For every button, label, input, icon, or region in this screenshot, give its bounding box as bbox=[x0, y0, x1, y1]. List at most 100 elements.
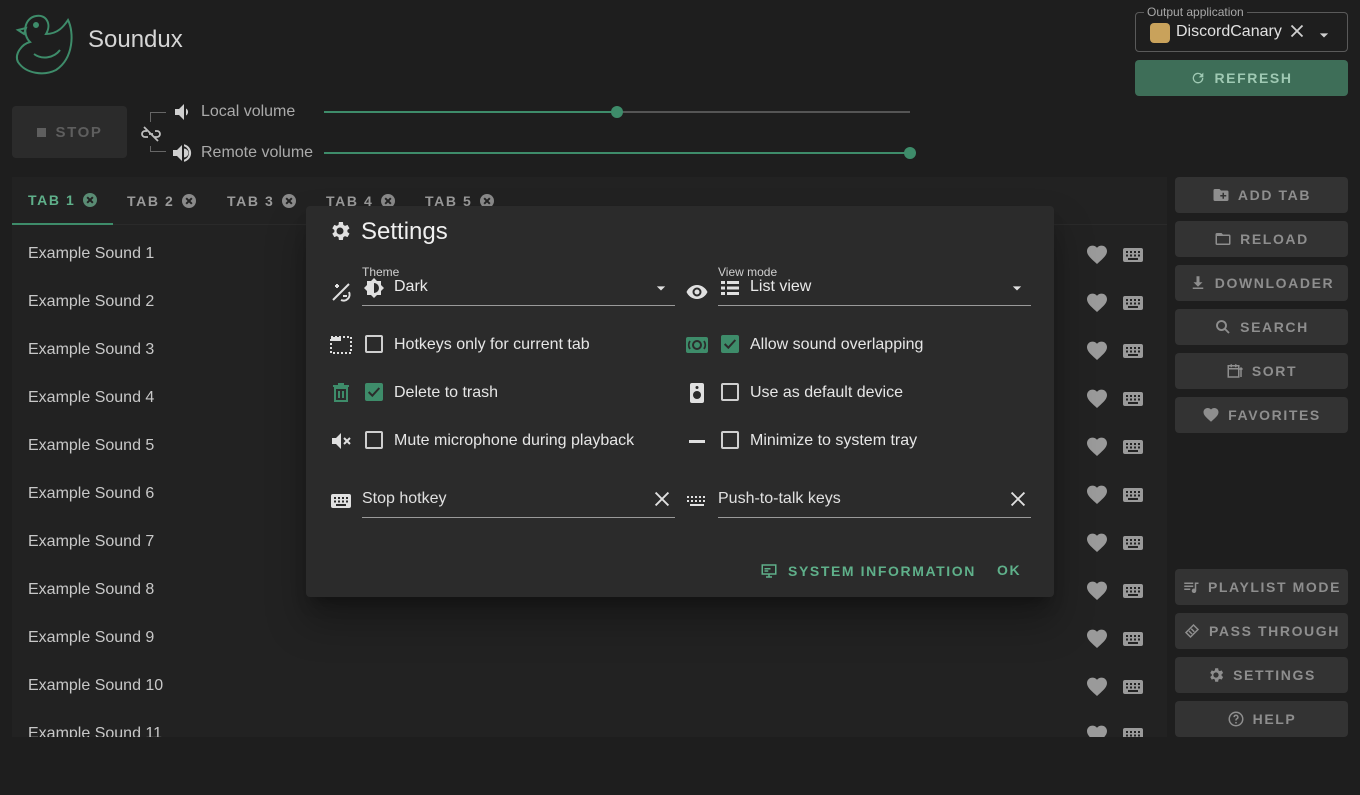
heart-icon bbox=[1203, 407, 1219, 422]
ok-button[interactable]: OK bbox=[997, 562, 1021, 578]
keyboard-icon[interactable] bbox=[1121, 243, 1145, 267]
refresh-button[interactable]: REFRESH bbox=[1135, 60, 1348, 96]
list-view-icon bbox=[721, 281, 739, 295]
heart-icon[interactable] bbox=[1085, 387, 1109, 411]
add-tab-button[interactable]: ADD TAB bbox=[1175, 177, 1348, 213]
settings-button[interactable]: SETTINGS bbox=[1175, 657, 1348, 693]
trash-icon bbox=[333, 383, 349, 402]
keyboard-icon[interactable] bbox=[1121, 483, 1145, 507]
stop-label: STOP bbox=[55, 123, 103, 141]
minimize-tray-checkbox[interactable] bbox=[721, 431, 739, 449]
close-tab-icon[interactable] bbox=[83, 193, 98, 207]
keyboard-icon[interactable] bbox=[1121, 675, 1145, 699]
view-mode-select[interactable]: List view bbox=[718, 270, 1031, 306]
ptt-keys-field[interactable]: Push-to-talk keys bbox=[718, 480, 1031, 518]
stop-button[interactable]: STOP bbox=[12, 106, 127, 158]
stop-hotkey-label: Stop hotkey bbox=[362, 490, 447, 507]
downloader-button[interactable]: DOWNLOADER bbox=[1175, 265, 1348, 301]
refresh-icon bbox=[1193, 72, 1204, 84]
chevron-down-icon bbox=[656, 286, 666, 291]
keyboard-icon[interactable] bbox=[1121, 627, 1145, 651]
heart-icon[interactable] bbox=[1085, 579, 1109, 603]
local-volume-slider[interactable] bbox=[324, 106, 910, 118]
heart-icon[interactable] bbox=[1085, 675, 1109, 699]
mute-mic-label: Mute microphone during playback bbox=[394, 432, 635, 449]
remote-volume-fill bbox=[324, 152, 910, 154]
tab-2[interactable]: TAB 2 bbox=[111, 177, 212, 225]
reload-label: RELOAD bbox=[1240, 231, 1309, 247]
allow-overlap-checkbox[interactable] bbox=[721, 335, 739, 353]
check-icon bbox=[367, 387, 381, 398]
keyboard-icon[interactable] bbox=[1121, 579, 1145, 603]
tab-label: TAB 1 bbox=[28, 192, 76, 208]
remote-volume-thumb[interactable] bbox=[904, 147, 916, 159]
pass-through-label: PASS THROUGH bbox=[1209, 623, 1340, 639]
app-title: Soundux bbox=[88, 26, 183, 53]
sort-label: SORT bbox=[1251, 363, 1298, 379]
keyboard-icon[interactable] bbox=[1121, 387, 1145, 411]
tab-label: TAB 3 bbox=[227, 193, 275, 209]
system-information-button[interactable]: SYSTEM INFORMATION bbox=[760, 562, 976, 580]
mute-mic-checkbox[interactable] bbox=[365, 431, 383, 449]
eye-icon bbox=[686, 285, 708, 299]
close-tab-icon[interactable] bbox=[282, 194, 297, 208]
keyboard-icon[interactable] bbox=[1121, 435, 1145, 459]
theme-light-dark-icon bbox=[332, 283, 351, 302]
delete-to-trash-label: Delete to trash bbox=[394, 384, 499, 401]
heart-icon[interactable] bbox=[1085, 243, 1109, 267]
check-icon bbox=[723, 339, 737, 350]
volume-high-icon bbox=[173, 144, 192, 162]
link-off-icon[interactable] bbox=[139, 122, 163, 146]
local-volume-thumb[interactable] bbox=[611, 106, 623, 118]
speaker-icon bbox=[690, 383, 704, 403]
theme-select[interactable]: Dark bbox=[362, 270, 675, 306]
playlist-mode-label: PLAYLIST MODE bbox=[1207, 579, 1342, 595]
hotkeys-current-tab-checkbox[interactable] bbox=[365, 335, 383, 353]
sound-row[interactable]: Example Sound 11 bbox=[12, 711, 1167, 737]
keyboard-icon[interactable] bbox=[1121, 339, 1145, 363]
heart-icon[interactable] bbox=[1085, 483, 1109, 507]
sort-button[interactable]: SORT bbox=[1175, 353, 1348, 389]
brightness-icon bbox=[364, 278, 384, 298]
keyboard-icon[interactable] bbox=[1121, 531, 1145, 555]
system-information-label: SYSTEM INFORMATION bbox=[788, 563, 976, 579]
output-application-select[interactable]: Output application DiscordCanary bbox=[1135, 5, 1348, 52]
sound-name: Example Sound 9 bbox=[28, 629, 155, 646]
output-application-legend: Output application bbox=[1144, 5, 1247, 19]
heart-icon[interactable] bbox=[1085, 435, 1109, 459]
folder-refresh-icon bbox=[1215, 233, 1231, 245]
pass-through-button[interactable]: PASS THROUGH bbox=[1175, 613, 1348, 649]
close-icon[interactable] bbox=[1007, 488, 1029, 510]
heart-icon[interactable] bbox=[1085, 531, 1109, 555]
close-tab-icon[interactable] bbox=[182, 194, 197, 208]
favorites-button[interactable]: FAVORITES bbox=[1175, 397, 1348, 433]
remote-volume-slider[interactable] bbox=[324, 147, 916, 159]
close-icon[interactable] bbox=[651, 488, 673, 510]
settings-dialog: Settings Theme Dark View mode List view … bbox=[306, 206, 1054, 597]
reload-button[interactable]: RELOAD bbox=[1175, 221, 1348, 257]
tab-1[interactable]: TAB 1 bbox=[12, 177, 114, 225]
ptt-keys-label: Push-to-talk keys bbox=[718, 490, 841, 507]
heart-icon[interactable] bbox=[1085, 627, 1109, 651]
default-device-checkbox[interactable] bbox=[721, 383, 739, 401]
playlist-mode-button[interactable]: PLAYLIST MODE bbox=[1175, 569, 1348, 605]
heart-icon[interactable] bbox=[1085, 291, 1109, 315]
sound-name: Example Sound 2 bbox=[28, 293, 155, 310]
tab-3[interactable]: TAB 3 bbox=[211, 177, 312, 225]
keyboard-icon[interactable] bbox=[1121, 723, 1145, 737]
keyboard-icon[interactable] bbox=[1121, 291, 1145, 315]
sound-name: Example Sound 8 bbox=[28, 581, 155, 598]
heart-icon[interactable] bbox=[1085, 723, 1109, 737]
clear-icon[interactable] bbox=[1286, 20, 1308, 42]
sound-row[interactable]: Example Sound 10 bbox=[12, 663, 1167, 711]
search-button[interactable]: SEARCH bbox=[1175, 309, 1348, 345]
download-icon bbox=[1192, 276, 1204, 289]
sound-row[interactable]: Example Sound 9 bbox=[12, 615, 1167, 663]
stop-hotkey-field[interactable]: Stop hotkey bbox=[362, 480, 675, 518]
delete-to-trash-checkbox[interactable] bbox=[365, 383, 383, 401]
chevron-down-icon[interactable] bbox=[1314, 25, 1334, 45]
sound-name: Example Sound 10 bbox=[28, 677, 164, 694]
help-button[interactable]: HELP bbox=[1175, 701, 1348, 737]
heart-icon[interactable] bbox=[1085, 339, 1109, 363]
ok-label: OK bbox=[997, 562, 1022, 578]
